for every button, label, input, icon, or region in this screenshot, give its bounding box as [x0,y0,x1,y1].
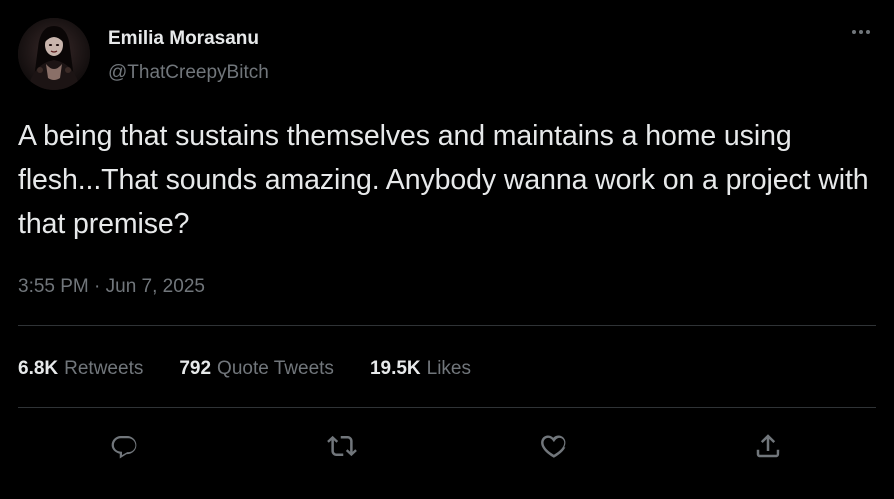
reply-button[interactable] [106,428,142,464]
retweets-stat[interactable]: 6.8K Retweets [18,358,143,380]
author-display-name[interactable]: Emilia Morasanu [108,28,259,50]
likes-label: Likes [426,358,471,379]
likes-stat[interactable]: 19.5K Likes [370,358,471,380]
quote-tweets-stat[interactable]: 792 Quote Tweets [179,358,334,380]
heart-icon [541,435,566,458]
more-options-icon[interactable] [846,22,876,42]
reply-icon [111,436,137,459]
more-dot [852,30,856,34]
retweets-count: 6.8K [18,358,59,379]
share-icon [756,434,780,458]
retweet-icon [327,435,357,457]
action-bar [0,420,894,470]
divider [18,407,876,408]
retweets-label: Retweets [64,358,144,379]
tweet-text: A being that sustains themselves and mai… [18,120,869,240]
engagement-stats: 6.8K Retweets 792 Quote Tweets 19.5K Lik… [18,356,507,382]
more-dot [859,30,863,34]
quote-tweets-count: 792 [179,358,212,379]
quote-tweets-label: Quote Tweets [217,358,334,379]
avatar-portrait-icon [18,18,90,90]
tweet-card: Emilia Morasanu @ThatCreepyBitch A being… [0,0,894,499]
likes-count: 19.5K [369,358,421,379]
divider [18,325,876,326]
share-button[interactable] [750,428,786,464]
tweet-timestamp[interactable]: 3:55 PM · Jun 7, 2025 [18,276,205,298]
like-button[interactable] [536,428,572,464]
avatar[interactable] [18,18,90,90]
more-dot [866,30,870,34]
author-handle[interactable]: @ThatCreepyBitch [108,62,269,84]
retweet-button[interactable] [324,428,360,464]
